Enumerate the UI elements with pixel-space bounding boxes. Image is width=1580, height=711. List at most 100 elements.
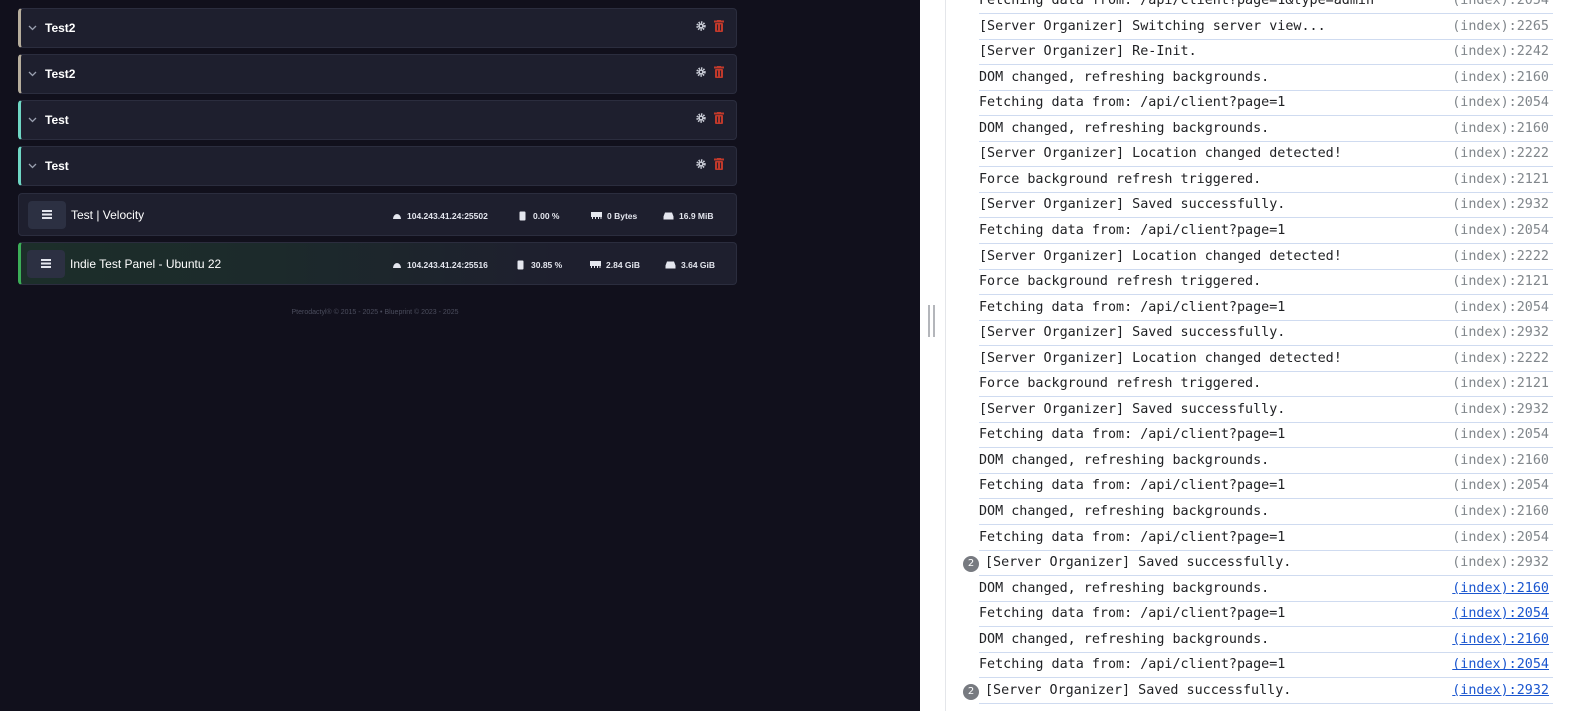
address-value: 104.243.41.24:25502 [407, 210, 488, 221]
console-message: Force background refresh triggered. (inde… [979, 371, 1553, 398]
pane-splitter[interactable] [920, 0, 946, 711]
console-message: Fetching data from: /api/client?page=1 (i… [979, 652, 1553, 679]
source-link[interactable]: (index):2222 [1452, 249, 1549, 264]
source-link[interactable]: (index):2932 [1452, 325, 1549, 340]
category-row[interactable]: Test [18, 146, 737, 186]
console-message: [Server Organizer] Location changed dete… [979, 244, 1553, 270]
address-value: 104.243.41.24:25516 [407, 259, 488, 270]
console-message: DOM changed, refreshing backgrounds. (ind… [979, 627, 1553, 653]
source-link[interactable]: (index):2054 [1452, 0, 1549, 8]
server-icon [27, 249, 65, 278]
trash-icon[interactable] [713, 111, 725, 125]
gear-icon[interactable] [695, 65, 707, 79]
console-message-text: DOM changed, refreshing backgrounds. [979, 69, 1270, 85]
console-message: [Server Organizer] Location changed dete… [979, 346, 1553, 372]
console-message: DOM changed, refreshing backgrounds. (ind… [979, 448, 1553, 474]
console-message-text: [Server Organizer] Switching server view… [979, 18, 1326, 34]
source-link[interactable]: (index):2160 [1452, 453, 1549, 468]
source-link[interactable]: (index):2054 [1452, 657, 1549, 672]
console-message: Force background refresh triggered. (inde… [979, 269, 1553, 296]
chevron-down-icon[interactable] [28, 115, 38, 125]
source-link[interactable]: (index):2160 [1452, 504, 1549, 519]
source-link[interactable]: (index):2932 [1452, 197, 1549, 212]
console-message: Force background refresh triggered. (inde… [979, 167, 1553, 193]
source-link[interactable]: (index):2222 [1452, 351, 1549, 366]
drag-handle-icon[interactable] [928, 305, 935, 337]
server-row[interactable]: Indie Test Panel - Ubuntu 22 104.243.41.… [18, 242, 737, 285]
trash-icon[interactable] [713, 19, 725, 33]
chevron-down-icon[interactable] [28, 161, 38, 171]
console-message-text: Fetching data from: /api/client?page=1 [979, 299, 1286, 315]
network-icon [391, 210, 402, 221]
source-link[interactable]: (index):2932 [1452, 683, 1549, 698]
server-cpu: 0.00 % [517, 194, 559, 237]
console-message-text: Fetching data from: /api/client?page=1 [979, 606, 1286, 622]
console-message: Fetching data from: /api/client?page=1&t… [979, 0, 1553, 14]
console-message-text: [Server Organizer] Location changed dete… [979, 146, 1342, 162]
console-message-text: [Server Organizer] Saved successfully. [985, 555, 1292, 571]
source-link[interactable]: (index):2222 [1452, 146, 1549, 161]
source-link[interactable]: (index):2121 [1452, 172, 1549, 187]
memory-value: 2.84 GiB [606, 259, 641, 270]
console-message: Fetching data from: /api/client?page=1 (i… [979, 601, 1553, 628]
source-link[interactable]: (index):2054 [1452, 606, 1549, 621]
gear-icon[interactable] [695, 157, 707, 171]
console-message-text: Fetching data from: /api/client?page=1 [979, 478, 1286, 494]
console-message-text: [Server Organizer] Location changed dete… [979, 350, 1342, 366]
source-link[interactable]: (index):2121 [1452, 376, 1549, 391]
category-row[interactable]: Test [18, 100, 737, 140]
cpu-value: 0.00 % [533, 210, 560, 221]
source-link[interactable]: (index):2054 [1452, 95, 1549, 110]
source-link[interactable]: (index):2160 [1452, 121, 1549, 136]
console-message-text: [Server Organizer] Saved successfully. [979, 325, 1286, 341]
source-link[interactable]: (index):2160 [1452, 632, 1549, 647]
server-address: 104.243.41.24:25502 [391, 194, 488, 237]
cpu-icon [515, 259, 526, 270]
console-message-text: [Server Organizer] Saved successfully. [979, 197, 1286, 213]
source-link[interactable]: (index):2054 [1452, 223, 1549, 238]
console-message-text: [Server Organizer] Saved successfully. [985, 682, 1292, 698]
console-message: 2 [Server Organizer] Saved successfully. (… [963, 678, 1553, 704]
category-row[interactable]: Test2 [18, 8, 737, 48]
source-link[interactable]: (index):2242 [1452, 44, 1549, 59]
category-name: Test [45, 113, 69, 127]
console-message-text: DOM changed, refreshing backgrounds. [979, 120, 1270, 136]
console-message: DOM changed, refreshing backgrounds. (ind… [979, 499, 1553, 525]
console-message: Fetching data from: /api/client?page=1 (i… [979, 218, 1553, 244]
server-address: 104.243.41.24:25516 [391, 243, 488, 286]
console-message-text: Fetching data from: /api/client?page=1&t… [979, 0, 1375, 8]
disk-icon [663, 210, 674, 221]
server-row[interactable]: Test | Velocity 104.243.41.24:25502 0.00… [18, 193, 737, 236]
source-link[interactable]: (index):2054 [1452, 530, 1549, 545]
chevron-down-icon[interactable] [28, 69, 38, 79]
source-link[interactable]: (index):2160 [1452, 581, 1549, 596]
footer-copyright: Pterodactyl® © 2015 - 2025 • Blueprint ©… [291, 309, 459, 316]
memory-icon [591, 210, 602, 221]
source-link[interactable]: (index):2121 [1452, 274, 1549, 289]
gear-icon[interactable] [695, 19, 707, 33]
source-link[interactable]: (index):2160 [1452, 70, 1549, 85]
cpu-value: 30.85 % [531, 259, 563, 270]
source-link[interactable]: (index):2054 [1452, 300, 1549, 315]
trash-icon[interactable] [713, 65, 725, 79]
chevron-down-icon[interactable] [28, 23, 38, 33]
source-link[interactable]: (index):2265 [1452, 19, 1549, 34]
source-link[interactable]: (index):2932 [1452, 555, 1549, 570]
console-message: Fetching data from: /api/client?page=1 (i… [979, 525, 1553, 551]
source-link[interactable]: (index):2932 [1452, 402, 1549, 417]
server-name: Test | Velocity [71, 207, 145, 222]
devtools-console: Fetching data from: /api/client?page=1&t… [947, 0, 1560, 711]
category-name: Test2 [45, 21, 76, 35]
server-panel: Test2 Test2 Test Test Test | Velocity 10… [0, 0, 920, 711]
source-link[interactable]: (index):2054 [1452, 427, 1549, 442]
repeat-count-badge: 2 [963, 683, 979, 700]
server-cpu: 30.85 % [515, 243, 562, 286]
trash-icon[interactable] [713, 157, 725, 171]
source-link[interactable]: (index):2054 [1452, 478, 1549, 493]
console-message: DOM changed, refreshing backgrounds. (ind… [979, 116, 1553, 142]
console-message: DOM changed, refreshing backgrounds. (ind… [979, 576, 1553, 602]
gear-icon[interactable] [695, 111, 707, 125]
category-row[interactable]: Test2 [18, 54, 737, 94]
console-message: [Server Organizer] Saved successfully. (i… [979, 397, 1553, 423]
console-message-text: [Server Organizer] Location changed dete… [979, 248, 1342, 264]
